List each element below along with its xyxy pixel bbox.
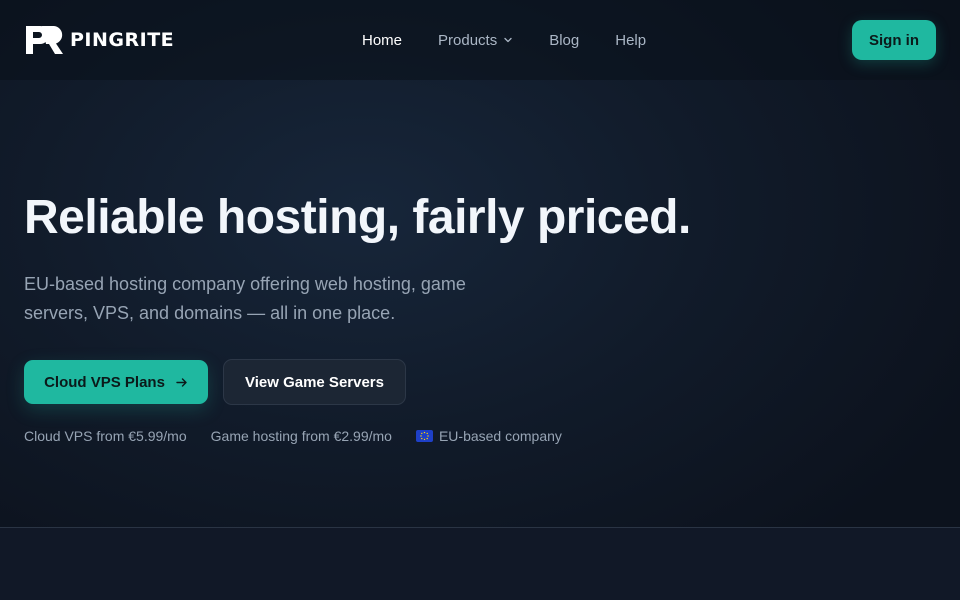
cloud-vps-plans-label: Cloud VPS Plans — [44, 373, 165, 391]
view-game-servers-button[interactable]: View Game Servers — [223, 359, 406, 405]
nav-item-help[interactable]: Help — [615, 32, 646, 49]
hero: Reliable hosting, fairly priced. EU-base… — [24, 186, 784, 328]
nav-item-products[interactable]: Products — [438, 32, 513, 49]
top-nav: PINGRITE Home Products Blog Help Sign in — [0, 0, 960, 80]
sign-in-button[interactable]: Sign in — [852, 20, 936, 60]
nav-item-home[interactable]: Home — [362, 32, 402, 49]
chevron-down-icon — [504, 37, 512, 43]
cta-row: Cloud VPS Plans View Game Servers — [24, 359, 406, 405]
brand-name: PINGRITE — [70, 29, 175, 51]
lower-section — [0, 528, 960, 600]
fact-eu-company: EU-based company — [415, 428, 562, 444]
pingrite-logo-icon — [26, 26, 63, 54]
nav-links: Home Products Blog Help — [362, 0, 682, 80]
fact-vps-price: Cloud VPS from €5.99/mo — [24, 428, 187, 444]
cloud-vps-plans-button[interactable]: Cloud VPS Plans — [24, 360, 208, 404]
brand[interactable]: PINGRITE — [24, 24, 174, 56]
hero-facts: Cloud VPS from €5.99/mo Game hosting fro… — [24, 428, 562, 444]
arrow-right-icon — [176, 377, 187, 387]
page: PINGRITE Home Products Blog Help Sign in… — [0, 0, 960, 600]
nav-item-blog[interactable]: Blog — [549, 32, 579, 49]
fact-eu-company-label: EU-based company — [438, 428, 562, 444]
hero-subtitle: EU-based hosting company offering web ho… — [24, 274, 466, 323]
hero-title: Reliable hosting, fairly priced. — [24, 191, 691, 244]
fact-game-price: Game hosting from €2.99/mo — [210, 428, 392, 444]
eu-flag-icon — [415, 430, 433, 442]
nav-item-products-label: Products — [438, 31, 498, 49]
